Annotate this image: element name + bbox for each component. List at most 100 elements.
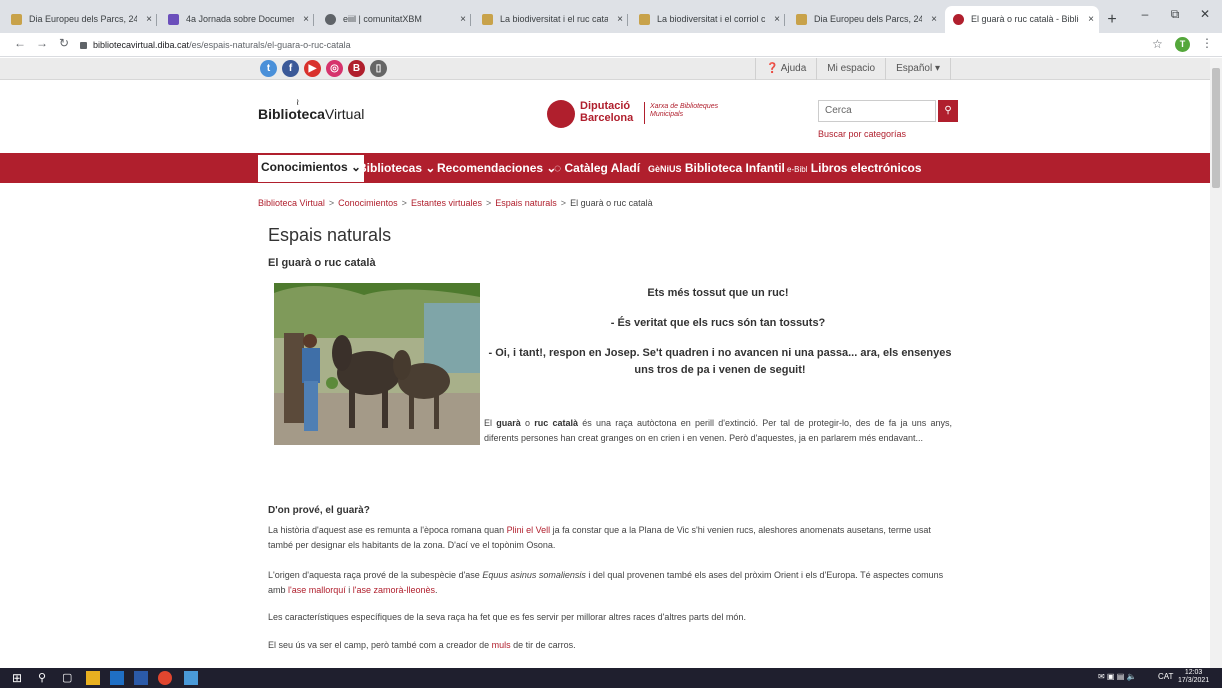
bookmark-star-icon[interactable]: ☆ <box>1152 37 1163 51</box>
breadcrumb: Biblioteca Virtual > Conocimientos > Estante… <box>258 198 653 208</box>
plini-link[interactable]: Plini el Vell <box>507 525 551 535</box>
nav-item-cataleg-aladi[interactable]: ◌ Catàleg Aladí <box>554 153 640 183</box>
ase-zamora-link[interactable]: l'ase zamorà-lleonès <box>353 585 435 595</box>
tab-close-icon[interactable]: × <box>1088 6 1094 33</box>
tab-title: Dia Europeu dels Parcs, 24 de m <box>29 14 137 24</box>
tab-close-icon[interactable]: × <box>617 6 623 33</box>
tab-favicon <box>325 14 336 25</box>
tab-close-icon[interactable]: × <box>146 6 152 33</box>
forward-icon[interactable]: → <box>34 36 50 50</box>
tab-favicon <box>953 14 964 25</box>
article-title: El guarà o ruc català <box>268 257 376 269</box>
window-close-icon[interactable]: ✕ <box>1190 7 1220 21</box>
utility-bar: t f ▶ ◎ B ▯ ❓ Ajuda Mi espacio Español ▾ <box>0 58 1210 80</box>
breadcrumb-item[interactable]: Espais naturals <box>495 198 557 208</box>
language-indicator[interactable]: CAT <box>1158 672 1173 681</box>
muls-link[interactable]: muls <box>492 640 511 650</box>
browser-tab[interactable]: La biodiversitat i el corriol camar × <box>631 6 785 33</box>
search-input[interactable]: Cerca <box>818 100 936 122</box>
tray-icons[interactable]: ✉ ▣ ▤ 🔈 <box>1098 672 1136 681</box>
logo-light: Virtual <box>324 106 365 122</box>
help-label: Ajuda <box>780 63 807 74</box>
url-path: /es/espais-naturals/el-guara-o-ruc-catal… <box>189 40 351 50</box>
browser-tab[interactable]: 4a Jornada sobre Documentació × <box>160 6 314 33</box>
url-host: bibliotecavirtual.diba.cat <box>93 40 190 50</box>
xarxa-label: Xarxa de Biblioteques Municipals <box>650 103 719 118</box>
restore-icon[interactable]: ⧉ <box>1160 7 1190 22</box>
new-tab-button[interactable]: + <box>1099 6 1125 33</box>
tab-favicon <box>11 14 22 25</box>
profile-avatar[interactable]: T <box>1175 37 1190 52</box>
tab-title: La biodiversitat i el ruc català a C <box>500 14 608 24</box>
quote-line-1: Ets més tossut que un ruc! <box>647 287 789 299</box>
scrollbar-thumb[interactable] <box>1212 68 1220 188</box>
my-space-link[interactable]: Mi espacio <box>816 58 885 80</box>
reload-icon[interactable]: ↻ <box>56 36 72 50</box>
breadcrumb-item[interactable]: Estantes virtuales <box>411 198 482 208</box>
ase-mallorqui-link[interactable]: l'ase mallorquí <box>288 585 346 595</box>
browser-tab[interactable]: La biodiversitat i el ruc català a C × <box>474 6 628 33</box>
search-categories-link[interactable]: Buscar por categorías <box>818 129 906 139</box>
genius-icon: GèNiUS <box>648 164 682 174</box>
browser-tab[interactable]: eiiil | comunitatXBM × <box>317 6 471 33</box>
nav-item-biblioteca-infantil[interactable]: GèNiUS Biblioteca Infantil <box>648 153 785 183</box>
tab-title: El guarà o ruc català - Bibliotec <box>971 14 1079 24</box>
address-bar[interactable]: bibliotecavirtual.diba.cat/es/espais-nat… <box>80 35 1140 55</box>
breadcrumb-current: El guarà o ruc català <box>570 198 653 208</box>
quote-line-2: - És veritat que els rucs són tan tossut… <box>610 317 826 329</box>
language-label: Español <box>896 63 933 74</box>
paragraph: La història d'aquest ase es remunta a l'… <box>268 525 931 550</box>
lock-icon <box>80 42 87 50</box>
menu-kebab-icon[interactable]: ⋮ <box>1201 36 1213 50</box>
youtube-icon[interactable]: ▶ <box>304 60 321 77</box>
language-select[interactable]: Español ▾ <box>885 58 952 80</box>
tab-title: Dia Europeu dels Parcs, 24 de m <box>814 14 922 24</box>
chrome-icon[interactable] <box>158 671 172 685</box>
back-icon[interactable]: ← <box>12 36 28 50</box>
biblioteca-virtual-logo[interactable]: ≀ BibliotecaVirtual <box>258 97 365 122</box>
quote-line-3: - Oi, i tant!, respon en Josep. Se't qua… <box>488 347 952 376</box>
task-view-icon[interactable]: ▢ <box>62 671 76 685</box>
nav-item-conocimientos[interactable]: Conocimientos ⌄ <box>258 155 365 182</box>
windows-taskbar: ⊞ ⚲ ▢ ✉ ▣ ▤ 🔈 CAT 12:03 17/3/2021 <box>0 668 1222 688</box>
mobile-icon[interactable]: ▯ <box>370 60 387 77</box>
help-link[interactable]: ❓ Ajuda <box>755 58 816 80</box>
breadcrumb-item[interactable]: Conocimientos <box>338 198 398 208</box>
donkeys-photo <box>274 283 480 445</box>
search-icon[interactable]: ⚲ <box>38 671 52 685</box>
word-icon[interactable] <box>134 671 148 685</box>
windows-start-icon[interactable]: ⊞ <box>12 671 26 685</box>
site-header: ≀ BibliotecaVirtual Diputació Barcelona Xa… <box>0 80 1210 152</box>
nav-item-bibliotecas[interactable]: Bibliotecas ⌄ <box>358 153 435 183</box>
paragraph: Les característiques específiques de la … <box>268 612 746 622</box>
instagram-icon[interactable]: ◎ <box>326 60 343 77</box>
page-scrollbar[interactable] <box>1210 58 1222 668</box>
diputacio-seal-icon <box>547 100 575 128</box>
tab-close-icon[interactable]: × <box>303 6 309 33</box>
main-nav: Conocimientos ⌄ Bibliotecas ⌄ Recomendac… <box>0 153 1210 183</box>
tab-title: La biodiversitat i el corriol camar <box>657 14 765 24</box>
file-explorer-icon[interactable] <box>86 671 100 685</box>
clock[interactable]: 12:03 17/3/2021 <box>1178 669 1209 685</box>
minimize-icon[interactable]: – <box>1130 7 1160 21</box>
tab-title: eiiil | comunitatXBM <box>343 14 422 24</box>
blog-icon[interactable]: B <box>348 60 365 77</box>
nav-item-libros-electronicos[interactable]: e-Bibl Libros electrónicos <box>787 153 922 183</box>
search-icon: ⚲ <box>944 105 952 116</box>
tab-close-icon[interactable]: × <box>931 6 937 33</box>
nav-item-recomendaciones[interactable]: Recomendaciones ⌄ <box>437 153 556 183</box>
browser-tab[interactable]: Dia Europeu dels Parcs, 24 de m × <box>3 6 157 33</box>
tab-close-icon[interactable]: × <box>460 6 466 33</box>
browser-tab-active[interactable]: El guarà o ruc català - Bibliotec × <box>945 6 1099 33</box>
tab-close-icon[interactable]: × <box>774 6 780 33</box>
paragraph: L'origen d'aquesta raça prové de la sube… <box>268 570 944 595</box>
subheading-origin: D'on prové, el guarà? <box>268 505 370 516</box>
twitter-icon[interactable]: t <box>260 60 277 77</box>
facebook-icon[interactable]: f <box>282 60 299 77</box>
browser-tab[interactable]: Dia Europeu dels Parcs, 24 de m × <box>788 6 942 33</box>
breadcrumb-item[interactable]: Biblioteca Virtual <box>258 198 325 208</box>
intro-paragraph: El guarà o ruc català és una raça autòct… <box>484 418 952 443</box>
app-icon[interactable] <box>184 671 198 685</box>
search-button[interactable]: ⚲ <box>938 100 958 122</box>
outlook-icon[interactable] <box>110 671 124 685</box>
